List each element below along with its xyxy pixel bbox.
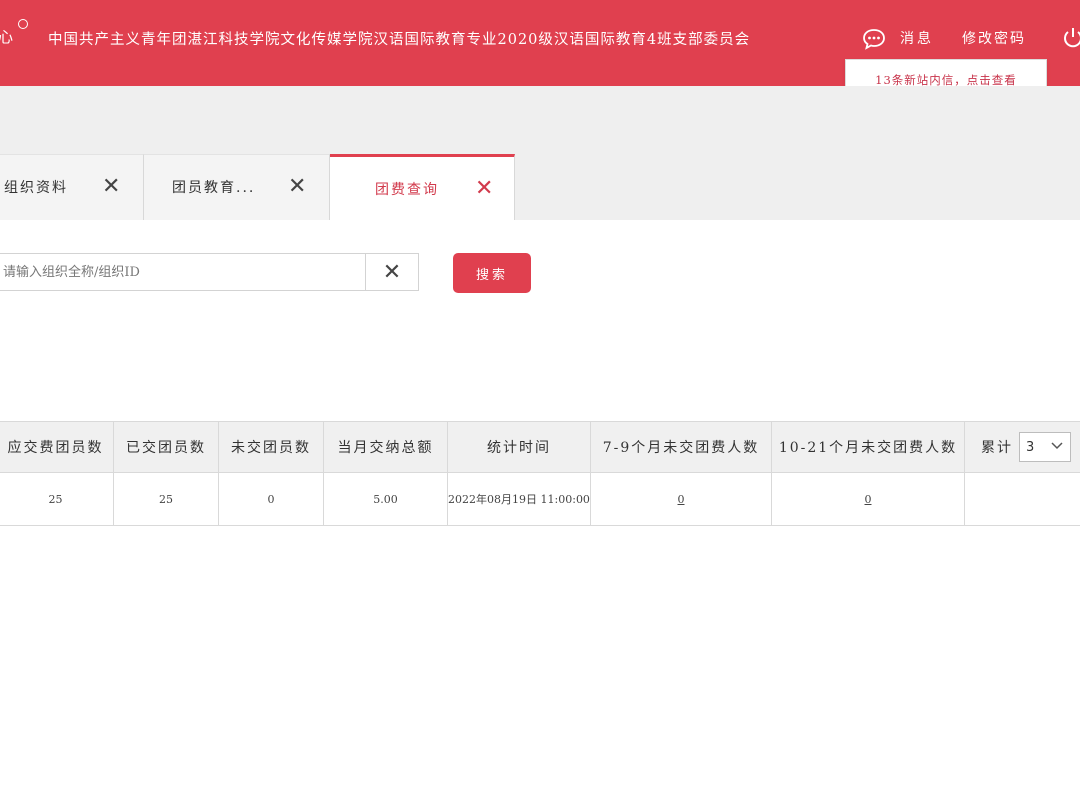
power-icon[interactable]	[1062, 26, 1080, 50]
table-cell-link[interactable]: 0	[591, 473, 772, 525]
search-input[interactable]	[0, 253, 366, 291]
header-cell-cumulative: 累计 3	[965, 422, 1080, 472]
table-cell: 25	[114, 473, 219, 525]
table-cell: 2022年08月19日 11:00:00	[448, 473, 591, 525]
table-header: 应交费团员数 已交团员数 未交团员数 当月交纳总额 统计时间 7-9个月未交团费…	[0, 421, 1080, 473]
table-cell: 5.00	[324, 473, 448, 525]
header-cell: 已交团员数	[114, 422, 219, 472]
tab-label: 组织资料	[4, 180, 68, 196]
table-cell: 25	[0, 473, 114, 525]
header-cell: 7-9个月未交团费人数	[591, 422, 772, 472]
tab-fee-query[interactable]: 团费查询 ✕	[330, 154, 515, 220]
close-icon[interactable]: ✕	[102, 176, 122, 198]
header-cell: 10-21个月未交团费人数	[772, 422, 965, 472]
header-cell: 当月交纳总额	[324, 422, 448, 472]
unpaid-7-9-link[interactable]: 0	[678, 493, 685, 506]
header-cell: 统计时间	[448, 422, 591, 472]
close-icon[interactable]: ✕	[288, 176, 308, 198]
table-cell: 0	[219, 473, 324, 525]
message-icon[interactable]	[862, 28, 886, 50]
tab-label: 团费查询	[375, 182, 439, 198]
close-icon: ✕	[382, 259, 402, 285]
search-button[interactable]: 搜索	[453, 253, 531, 293]
header-cell: 应交费团员数	[0, 422, 114, 472]
close-icon[interactable]: ✕	[475, 178, 495, 200]
header-cell-label: 累计	[981, 440, 1013, 456]
unpaid-10-21-link[interactable]: 0	[865, 493, 872, 506]
tab-org-info[interactable]: 组织资料 ✕	[0, 154, 144, 220]
header-cell: 未交团员数	[219, 422, 324, 472]
cumulative-months-select[interactable]: 3	[1019, 432, 1071, 462]
table-cell-link[interactable]: 0	[772, 473, 965, 525]
messages-link[interactable]: 消息	[900, 28, 934, 48]
tab-label: 团员教育...	[172, 180, 256, 196]
org-title: 中国共产主义青年团湛江科技学院文化传媒学院汉语国际教育专业2020级汉语国际教育…	[48, 32, 751, 48]
table-cell	[965, 473, 1080, 525]
clear-search-button[interactable]: ✕	[365, 253, 419, 291]
table-row: 25 25 0 5.00 2022年08月19日 11:00:00 0 0	[0, 473, 1080, 526]
header-dot-icon	[18, 19, 28, 29]
change-password-link[interactable]: 修改密码	[962, 28, 1026, 48]
chevron-down-icon	[1051, 442, 1063, 450]
select-value: 3	[1026, 439, 1037, 455]
tab-member-education[interactable]: 团员教育... ✕	[144, 154, 330, 220]
header-logo-fragment: 心	[0, 28, 14, 46]
